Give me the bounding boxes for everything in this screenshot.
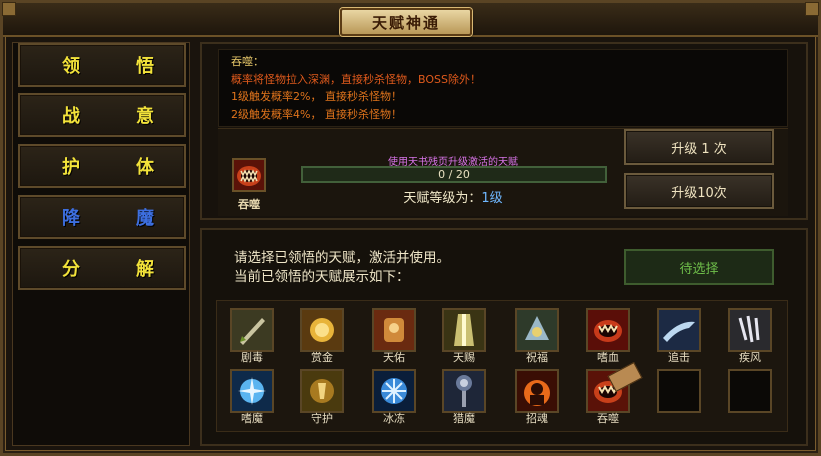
talent-label: 赏金 [311, 351, 333, 364]
talent-label: 招魂 [526, 412, 548, 425]
bloodthirst-icon[interactable] [586, 308, 630, 352]
pending-select-button[interactable]: 待选择 [624, 249, 774, 285]
talent-label: 猎魔 [453, 412, 475, 425]
level-label: 天赋等级为： [403, 191, 482, 206]
menu-item-label: 魔 [136, 208, 154, 229]
soul-summon-icon[interactable] [515, 369, 559, 413]
desc-line: 1级触发概率2%， 直接秒杀怪物！ [231, 90, 402, 103]
talent-label: 剧毒 [241, 351, 263, 364]
talent-label: 天佑 [383, 351, 405, 364]
talent-label: 祝福 [526, 351, 548, 364]
empty-slot[interactable] [657, 369, 701, 413]
desc-line: 吞噬： [231, 55, 264, 68]
instruction-line: 请选择已领悟的天赋，激活并使用。 [234, 250, 450, 266]
menu-item-label: 战 [62, 106, 80, 127]
menu-item-body-guard[interactable]: 护 体 [18, 144, 186, 188]
talent-label: 嗜血 [597, 351, 619, 364]
poison-blade-icon[interactable] [230, 308, 274, 352]
level-value: 1级 [481, 191, 503, 206]
talent-label: 吞噬 [597, 412, 619, 425]
menu-item-battle-will[interactable]: 战 意 [18, 93, 186, 137]
menu-item-label: 悟 [136, 56, 154, 77]
corner-ornament-icon [2, 2, 16, 16]
freeze-icon[interactable] [372, 369, 416, 413]
menu-item-comprehend[interactable]: 领 悟 [18, 43, 186, 87]
menu-item-label: 领 [62, 56, 80, 77]
devour-maw-icon [232, 158, 266, 192]
menu-item-subdue-demon[interactable]: 降 魔 [18, 195, 186, 239]
talent-label: 疾风 [739, 351, 761, 364]
talent-level: 天赋等级为：1级 [300, 187, 606, 206]
menu-item-label: 降 [62, 208, 80, 229]
demon-hunger-icon[interactable] [230, 369, 274, 413]
window-title: 天赋神通 [340, 8, 472, 36]
heaven-gift-icon[interactable] [442, 308, 486, 352]
select-instructions: 请选择已领悟的天赋，激活并使用。 当前已领悟的天赋展示如下： [234, 249, 450, 287]
corner-ornament-icon [805, 2, 819, 16]
talent-name: 吞噬 [238, 198, 260, 211]
talent-description: 吞噬： 概率将怪物拉入深渊，直接秒杀怪物，BOSS除外！ 1级触发概率2%， 直… [218, 49, 788, 127]
talent-label: 天赐 [453, 351, 475, 364]
talent-label: 追击 [668, 351, 690, 364]
talent-label: 嗜魔 [241, 412, 263, 425]
gold-reward-icon[interactable] [300, 308, 344, 352]
desc-line: 概率将怪物拉入深渊，直接秒杀怪物，BOSS除外！ [231, 72, 481, 86]
upgrade-progress-bar: 0 / 20 [301, 166, 607, 183]
desc-line: 2级触发概率4%， 直接秒杀怪物！ [231, 107, 402, 121]
menu-item-label: 解 [136, 259, 154, 280]
menu-item-label: 护 [62, 157, 80, 178]
progress-text: 0 / 20 [438, 168, 470, 181]
menu-item-label: 意 [136, 106, 154, 127]
upgrade-once-button[interactable]: 升级 1 次 [624, 129, 774, 165]
side-menu: 领 悟 战 意 护 体 降 魔 分 解 [12, 42, 190, 446]
menu-item-label: 体 [136, 157, 154, 178]
demon-hunt-icon[interactable] [442, 369, 486, 413]
menu-item-label: 分 [62, 259, 80, 280]
pursuit-icon[interactable] [657, 308, 701, 352]
gale-icon[interactable] [728, 308, 772, 352]
talent-label: 冰冻 [383, 412, 405, 425]
upgrade-ten-button[interactable]: 升级10次 [624, 173, 774, 209]
menu-item-decompose[interactable]: 分 解 [18, 246, 186, 290]
divine-blessing-icon[interactable] [372, 308, 416, 352]
guardian-icon[interactable] [300, 369, 344, 413]
instruction-line: 当前已领悟的天赋展示如下： [234, 269, 410, 285]
empty-slot[interactable] [728, 369, 772, 413]
talent-label: 守护 [311, 412, 333, 425]
blessing-icon[interactable] [515, 308, 559, 352]
